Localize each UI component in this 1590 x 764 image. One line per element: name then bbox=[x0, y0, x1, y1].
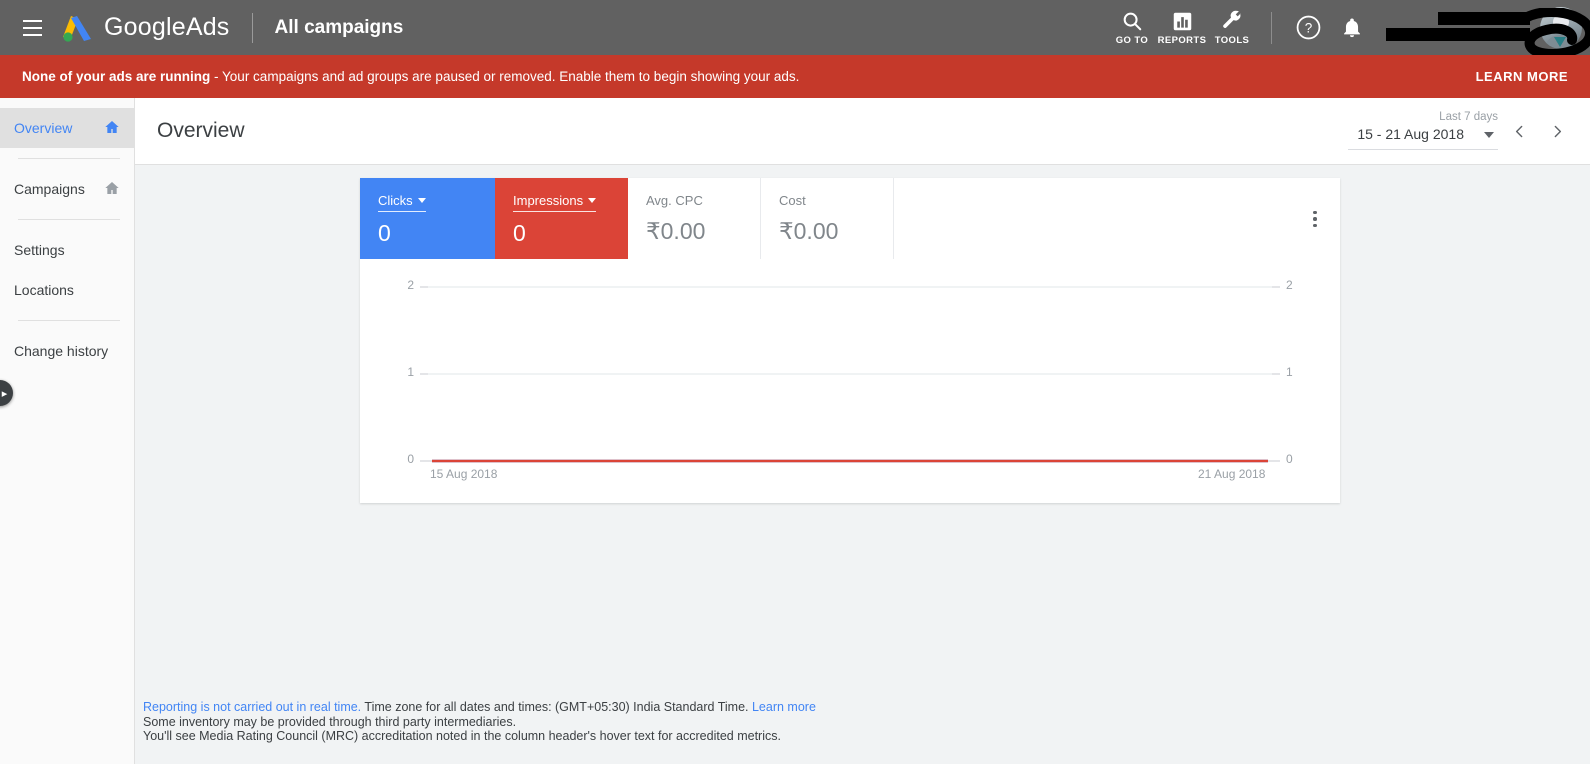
metric-tile-cost[interactable]: Cost ₹0.00 bbox=[761, 178, 894, 259]
brand-google: Google bbox=[104, 13, 186, 41]
right-axis-tick-1: 1 bbox=[1286, 365, 1293, 379]
hamburger-menu-icon[interactable] bbox=[14, 10, 50, 46]
avatar[interactable] bbox=[1540, 6, 1582, 49]
bar-chart-icon bbox=[1172, 9, 1193, 33]
chevron-right-icon: ▸ bbox=[1, 387, 8, 400]
footer-learn-more-link[interactable]: Learn more bbox=[752, 700, 816, 714]
left-axis-tick-2: 2 bbox=[407, 278, 414, 292]
left-axis-tick-1: 1 bbox=[407, 365, 414, 379]
notifications-button[interactable] bbox=[1330, 0, 1374, 55]
right-axis-tick-2: 2 bbox=[1286, 278, 1293, 292]
home-icon bbox=[104, 119, 120, 138]
page-title: Overview bbox=[157, 119, 245, 142]
caret-down-icon bbox=[1484, 132, 1494, 138]
sidebar-item-label: Locations bbox=[14, 282, 74, 298]
reports-button[interactable]: REPORTS bbox=[1157, 9, 1207, 46]
help-question-icon: ? bbox=[1296, 15, 1320, 40]
sidebar-divider bbox=[18, 219, 120, 220]
metric-tiles: Clicks 0 Impressions 0 Avg. CPC ₹0.00 Co… bbox=[360, 178, 1340, 259]
caret-down-icon bbox=[588, 198, 597, 203]
search-icon bbox=[1121, 9, 1143, 33]
more-vert-icon[interactable] bbox=[1302, 204, 1328, 234]
banner-learn-more-link[interactable]: LEARN MORE bbox=[1476, 69, 1568, 84]
tools-button[interactable]: TOOLS bbox=[1207, 9, 1257, 46]
x-axis-tick-start: 15 Aug 2018 bbox=[430, 467, 498, 481]
performance-chart: 2 1 0 2 1 0 15 Aug 2018 21 Aug 2018 bbox=[360, 259, 1340, 503]
metric-label: Impressions bbox=[513, 193, 584, 208]
main-content: Clicks 0 Impressions 0 Avg. CPC ₹0.00 Co… bbox=[135, 165, 1590, 764]
footer-line-1: Reporting is not carried out in real tim… bbox=[143, 700, 1243, 715]
page-header: Overview Last 7 days 15 - 21 Aug 2018 bbox=[135, 98, 1590, 165]
chevron-left-icon bbox=[1515, 125, 1522, 137]
chevron-right-icon bbox=[1554, 125, 1561, 137]
reports-label: REPORTS bbox=[1157, 35, 1207, 46]
section-title: All campaigns bbox=[274, 16, 404, 38]
sidebar-item-label: Campaigns bbox=[14, 181, 85, 197]
sidebar-item-settings[interactable]: Settings bbox=[0, 230, 134, 270]
help-button[interactable]: ? bbox=[1286, 0, 1330, 55]
metric-name[interactable]: Clicks bbox=[378, 193, 426, 212]
home-icon bbox=[104, 180, 120, 199]
footer-line-2: Some inventory may be provided through t… bbox=[143, 714, 517, 729]
metric-tile-clicks[interactable]: Clicks 0 bbox=[360, 178, 495, 259]
metric-label: Cost bbox=[779, 193, 806, 208]
bell-icon bbox=[1344, 17, 1360, 37]
x-axis-tick-end: 21 Aug 2018 bbox=[1198, 467, 1266, 481]
performance-card: Clicks 0 Impressions 0 Avg. CPC ₹0.00 Co… bbox=[360, 178, 1340, 503]
date-preset-label: Last 7 days bbox=[1439, 111, 1498, 123]
sidebar-item-change-history[interactable]: Change history bbox=[0, 331, 134, 371]
header-actions-divider bbox=[1271, 11, 1272, 44]
wrench-icon bbox=[1221, 9, 1243, 33]
caret-down-icon bbox=[417, 198, 426, 203]
previous-period-button[interactable] bbox=[1502, 114, 1536, 148]
sidebar-item-campaigns[interactable]: Campaigns bbox=[0, 169, 134, 209]
brand-name: GoogleAds bbox=[104, 13, 230, 42]
footer-reporting-link[interactable]: Reporting is not carried out in real tim… bbox=[143, 700, 361, 714]
sidebar-divider bbox=[18, 320, 120, 321]
sidebar-item-overview[interactable]: Overview bbox=[0, 108, 134, 148]
metric-value: ₹0.00 bbox=[779, 218, 839, 244]
account-info[interactable] bbox=[1380, 6, 1590, 59]
sidebar-item-label: Change history bbox=[14, 343, 109, 359]
date-range-control: Last 7 days 15 - 21 Aug 2018 bbox=[1348, 110, 1574, 152]
sidebar-item-label: Settings bbox=[14, 242, 65, 258]
metric-value: ₹0.00 bbox=[646, 218, 706, 244]
account-email-redacted bbox=[1380, 8, 1530, 48]
sidebar-collapse-handle[interactable]: ▸ bbox=[0, 380, 13, 406]
sidebar-item-locations[interactable]: Locations bbox=[0, 270, 134, 310]
metric-label: Avg. CPC bbox=[646, 193, 703, 208]
date-range-value: 15 - 21 Aug 2018 bbox=[1357, 126, 1464, 142]
left-sidebar: Overview Campaigns Settings Locations Ch… bbox=[0, 98, 135, 764]
metric-value: 0 bbox=[513, 220, 526, 246]
tools-label: TOOLS bbox=[1214, 35, 1250, 46]
top-header-bar: GoogleAds All campaigns GO TO REPORTS TO… bbox=[0, 0, 1590, 59]
date-range-text: Last 7 days 15 - 21 Aug 2018 bbox=[1348, 110, 1498, 152]
go-to-button[interactable]: GO TO bbox=[1107, 9, 1157, 46]
right-axis-tick-0: 0 bbox=[1286, 452, 1293, 466]
google-ads-logo-icon bbox=[60, 13, 94, 43]
svg-text:?: ? bbox=[1304, 21, 1312, 36]
metric-tile-impressions[interactable]: Impressions 0 bbox=[495, 178, 628, 259]
footer-line-3: You'll see Media Rating Council (MRC) ac… bbox=[143, 729, 781, 743]
date-range-selector[interactable]: 15 - 21 Aug 2018 bbox=[1348, 125, 1498, 150]
sidebar-item-label: Overview bbox=[14, 120, 73, 136]
header-divider bbox=[251, 12, 253, 43]
footer-notes: Reporting is not carried out in real tim… bbox=[143, 700, 1243, 744]
footer-timezone-text: Time zone for all dates and times: (GMT+… bbox=[361, 700, 752, 714]
next-period-button[interactable] bbox=[1540, 114, 1574, 148]
brand-ads: Ads bbox=[185, 13, 230, 41]
alert-banner-text: None of your ads are running - Your camp… bbox=[22, 69, 799, 84]
metric-label: Clicks bbox=[378, 193, 413, 208]
metric-name[interactable]: Impressions bbox=[513, 193, 597, 212]
sidebar-divider bbox=[18, 158, 120, 159]
chart-canvas bbox=[420, 286, 1280, 463]
go-to-label: GO TO bbox=[1115, 35, 1149, 46]
left-axis-tick-0: 0 bbox=[407, 452, 414, 466]
metric-tile-avg-cpc[interactable]: Avg. CPC ₹0.00 bbox=[628, 178, 761, 259]
alert-banner: None of your ads are running - Your camp… bbox=[0, 55, 1590, 98]
metric-value: 0 bbox=[378, 220, 391, 246]
header-actions: GO TO REPORTS TOOLS ? bbox=[1107, 0, 1590, 59]
alert-banner-detail: - Your campaigns and ad groups are pause… bbox=[210, 69, 800, 84]
alert-banner-bold: None of your ads are running bbox=[22, 69, 211, 84]
